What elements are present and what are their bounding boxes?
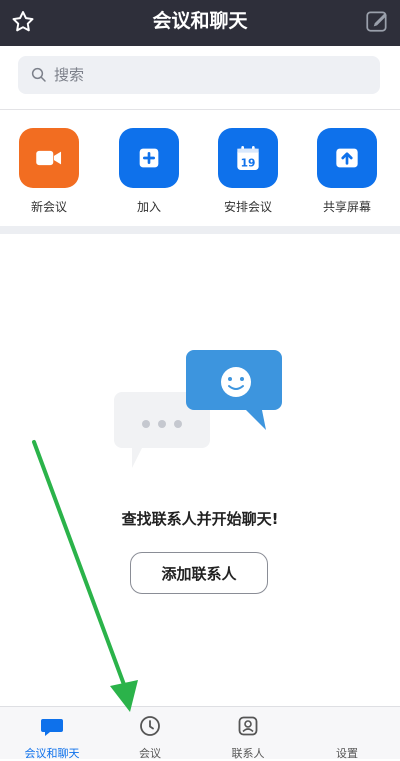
clock-icon (140, 716, 160, 736)
search-input[interactable]: 搜索 (18, 56, 380, 94)
top-bar: 会议和聊天 (0, 0, 400, 46)
chat-bubbles-illustration (114, 350, 282, 468)
schedule-label: 安排会议 (223, 200, 272, 214)
bottom-nav: 会议和聊天 会议 联系人 设置 (0, 706, 400, 760)
new-meeting-label: 新会议 (30, 200, 67, 214)
tab-contacts[interactable]: 联系人 (198, 707, 298, 760)
quick-actions: 新会议 加入 19 安排会议 共享屏幕 (0, 110, 400, 226)
new-meeting-button[interactable]: 新会议 (9, 128, 89, 215)
tab-meetings-label: 会议 (139, 747, 161, 760)
search-icon (31, 67, 46, 82)
join-label: 加入 (136, 200, 161, 214)
search-placeholder: 搜索 (54, 66, 85, 84)
chat-icon (41, 719, 63, 736)
tab-meetings[interactable]: 会议 (100, 707, 200, 760)
calendar-icon: 19 (237, 146, 259, 170)
add-contact-button[interactable]: 添加联系人 (130, 552, 268, 594)
join-tile[interactable] (119, 128, 179, 188)
new-meeting-tile[interactable] (19, 128, 79, 188)
page-title: 会议和聊天 (152, 10, 248, 32)
section-divider (0, 226, 400, 234)
tab-contacts-label: 联系人 (231, 747, 265, 760)
schedule-tile[interactable]: 19 (218, 128, 278, 188)
search-area: 搜索 (0, 46, 400, 108)
contact-icon (238, 716, 258, 736)
tab-meetings-chat[interactable]: 会议和聊天 (2, 707, 102, 760)
compose-icon[interactable] (364, 8, 390, 34)
share-screen-icon (336, 148, 358, 168)
video-camera-icon (36, 150, 62, 166)
join-button[interactable]: 加入 (109, 128, 189, 215)
share-screen-label: 共享屏幕 (322, 200, 371, 214)
tab-settings[interactable]: 设置 (297, 707, 397, 760)
schedule-button[interactable]: 19 安排会议 (208, 128, 288, 215)
empty-state-title: 查找联系人并开始聊天! (121, 510, 279, 528)
settings-icon (335, 714, 359, 738)
tab-meetings-chat-label: 会议和聊天 (24, 747, 80, 760)
calendar-day: 19 (241, 156, 256, 169)
tab-settings-label: 设置 (336, 747, 358, 760)
share-screen-button[interactable]: 共享屏幕 (307, 128, 387, 215)
share-screen-tile[interactable] (317, 128, 377, 188)
plus-icon (139, 148, 159, 168)
